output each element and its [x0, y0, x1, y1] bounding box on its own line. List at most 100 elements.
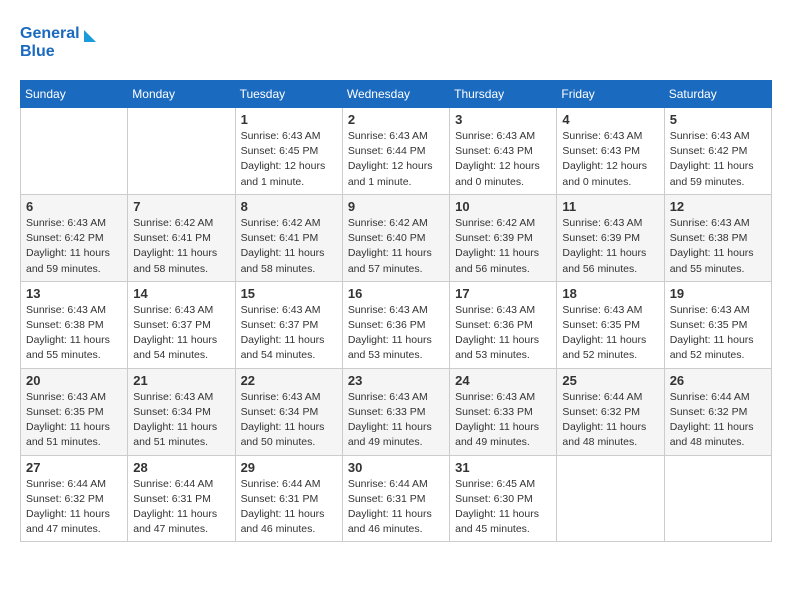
day-number: 24 [455, 373, 551, 388]
day-number: 23 [348, 373, 444, 388]
day-number: 4 [562, 112, 658, 127]
day-info: Sunrise: 6:42 AM Sunset: 6:39 PM Dayligh… [455, 216, 551, 277]
day-number: 6 [26, 199, 122, 214]
calendar-cell: 19 Sunrise: 6:43 AM Sunset: 6:35 PM Dayli… [664, 281, 771, 368]
calendar-cell: 15Sunrise: 6:43 AM Sunset: 6:37 PM Dayli… [235, 281, 342, 368]
calendar-cell: 18 Sunrise: 6:43 AM Sunset: 6:35 PM Dayli… [557, 281, 664, 368]
calendar-week-row: 13 Sunrise: 6:43 AM Sunset: 6:38 PM Dayli… [21, 281, 772, 368]
weekday-header-wednesday: Wednesday [342, 81, 449, 108]
day-number: 8 [241, 199, 337, 214]
calendar-cell: 4 Sunrise: 6:43 AM Sunset: 6:43 PM Daylig… [557, 108, 664, 195]
day-info: Sunrise: 6:44 AM Sunset: 6:32 PM Dayligh… [670, 390, 766, 451]
calendar-cell [128, 108, 235, 195]
calendar-week-row: 6 Sunrise: 6:43 AM Sunset: 6:42 PM Daylig… [21, 194, 772, 281]
calendar-table: SundayMondayTuesdayWednesdayThursdayFrid… [20, 80, 772, 542]
calendar-cell: 27 Sunrise: 6:44 AM Sunset: 6:32 PM Dayli… [21, 455, 128, 542]
day-number: 12 [670, 199, 766, 214]
day-number: 19 [670, 286, 766, 301]
day-info: Sunrise: 6:43 AM Sunset: 6:37 PM Dayligh… [133, 303, 229, 364]
calendar-cell [664, 455, 771, 542]
day-number: 13 [26, 286, 122, 301]
day-info: Sunrise: 6:43 AM Sunset: 6:36 PM Dayligh… [455, 303, 551, 364]
day-info: Sunrise: 6:44 AM Sunset: 6:31 PM Dayligh… [241, 477, 337, 538]
calendar-cell [557, 455, 664, 542]
calendar-cell: 13 Sunrise: 6:43 AM Sunset: 6:38 PM Dayli… [21, 281, 128, 368]
day-info: Sunrise: 6:43 AM Sunset: 6:34 PM Dayligh… [133, 390, 229, 451]
day-number: 21 [133, 373, 229, 388]
logo-icon: GeneralBlue [20, 20, 100, 64]
calendar-cell: 29 Sunrise: 6:44 AM Sunset: 6:31 PM Dayli… [235, 455, 342, 542]
day-number: 7 [133, 199, 229, 214]
day-info: Sunrise: 6:45 AM Sunset: 6:30 PM Dayligh… [455, 477, 551, 538]
day-number: 9 [348, 199, 444, 214]
day-info: Sunrise: 6:43 AM Sunset: 6:37 PM Dayligh… [241, 303, 337, 364]
day-info: Sunrise: 6:43 AM Sunset: 6:39 PM Dayligh… [562, 216, 658, 277]
page-header: GeneralBlue [20, 20, 772, 64]
day-info: Sunrise: 6:43 AM Sunset: 6:42 PM Dayligh… [26, 216, 122, 277]
day-number: 27 [26, 460, 122, 475]
day-number: 5 [670, 112, 766, 127]
calendar-cell: 25 Sunrise: 6:44 AM Sunset: 6:32 PM Dayli… [557, 368, 664, 455]
day-info: Sunrise: 6:43 AM Sunset: 6:43 PM Dayligh… [455, 129, 551, 190]
calendar-cell: 11 Sunrise: 6:43 AM Sunset: 6:39 PM Dayli… [557, 194, 664, 281]
day-info: Sunrise: 6:43 AM Sunset: 6:43 PM Dayligh… [562, 129, 658, 190]
day-number: 1 [241, 112, 337, 127]
calendar-cell: 24 Sunrise: 6:43 AM Sunset: 6:33 PM Dayli… [450, 368, 557, 455]
day-info: Sunrise: 6:43 AM Sunset: 6:44 PM Dayligh… [348, 129, 444, 190]
day-number: 26 [670, 373, 766, 388]
calendar-cell: 6 Sunrise: 6:43 AM Sunset: 6:42 PM Daylig… [21, 194, 128, 281]
day-info: Sunrise: 6:43 AM Sunset: 6:38 PM Dayligh… [26, 303, 122, 364]
day-info: Sunrise: 6:43 AM Sunset: 6:35 PM Dayligh… [670, 303, 766, 364]
day-info: Sunrise: 6:44 AM Sunset: 6:32 PM Dayligh… [562, 390, 658, 451]
weekday-header-thursday: Thursday [450, 81, 557, 108]
weekday-header-monday: Monday [128, 81, 235, 108]
calendar-cell: 20 Sunrise: 6:43 AM Sunset: 6:35 PM Dayli… [21, 368, 128, 455]
weekday-header-sunday: Sunday [21, 81, 128, 108]
day-info: Sunrise: 6:43 AM Sunset: 6:36 PM Dayligh… [348, 303, 444, 364]
calendar-cell: 26 Sunrise: 6:44 AM Sunset: 6:32 PM Dayli… [664, 368, 771, 455]
weekday-header-tuesday: Tuesday [235, 81, 342, 108]
day-info: Sunrise: 6:43 AM Sunset: 6:33 PM Dayligh… [455, 390, 551, 451]
day-info: Sunrise: 6:43 AM Sunset: 6:42 PM Dayligh… [670, 129, 766, 190]
day-info: Sunrise: 6:43 AM Sunset: 6:35 PM Dayligh… [26, 390, 122, 451]
calendar-cell: 14Sunrise: 6:43 AM Sunset: 6:37 PM Dayli… [128, 281, 235, 368]
calendar-cell: 31 Sunrise: 6:45 AM Sunset: 6:30 PM Dayli… [450, 455, 557, 542]
day-number: 28 [133, 460, 229, 475]
day-number: 3 [455, 112, 551, 127]
calendar-week-row: 20 Sunrise: 6:43 AM Sunset: 6:35 PM Dayli… [21, 368, 772, 455]
day-number: 22 [241, 373, 337, 388]
svg-text:General: General [20, 25, 80, 42]
day-number: 17 [455, 286, 551, 301]
day-info: Sunrise: 6:42 AM Sunset: 6:41 PM Dayligh… [133, 216, 229, 277]
calendar-cell: 22Sunrise: 6:43 AM Sunset: 6:34 PM Dayli… [235, 368, 342, 455]
day-number: 16 [348, 286, 444, 301]
calendar-week-row: 1 Sunrise: 6:43 AM Sunset: 6:45 PM Daylig… [21, 108, 772, 195]
calendar-cell: 3 Sunrise: 6:43 AM Sunset: 6:43 PM Daylig… [450, 108, 557, 195]
calendar-cell: 12 Sunrise: 6:43 AM Sunset: 6:38 PM Dayli… [664, 194, 771, 281]
day-info: Sunrise: 6:44 AM Sunset: 6:32 PM Dayligh… [26, 477, 122, 538]
day-info: Sunrise: 6:44 AM Sunset: 6:31 PM Dayligh… [348, 477, 444, 538]
day-number: 25 [562, 373, 658, 388]
day-number: 20 [26, 373, 122, 388]
day-info: Sunrise: 6:43 AM Sunset: 6:35 PM Dayligh… [562, 303, 658, 364]
calendar-cell: 7 Sunrise: 6:42 AM Sunset: 6:41 PM Daylig… [128, 194, 235, 281]
calendar-header-row: SundayMondayTuesdayWednesdayThursdayFrid… [21, 81, 772, 108]
weekday-header-friday: Friday [557, 81, 664, 108]
day-number: 2 [348, 112, 444, 127]
calendar-cell: 28 Sunrise: 6:44 AM Sunset: 6:31 PM Dayli… [128, 455, 235, 542]
calendar-cell: 2 Sunrise: 6:43 AM Sunset: 6:44 PM Daylig… [342, 108, 449, 195]
weekday-header-saturday: Saturday [664, 81, 771, 108]
day-number: 31 [455, 460, 551, 475]
day-number: 18 [562, 286, 658, 301]
day-info: Sunrise: 6:43 AM Sunset: 6:38 PM Dayligh… [670, 216, 766, 277]
day-number: 11 [562, 199, 658, 214]
day-number: 10 [455, 199, 551, 214]
calendar-cell: 1 Sunrise: 6:43 AM Sunset: 6:45 PM Daylig… [235, 108, 342, 195]
calendar-cell: 17 Sunrise: 6:43 AM Sunset: 6:36 PM Dayli… [450, 281, 557, 368]
day-number: 29 [241, 460, 337, 475]
calendar-cell: 5 Sunrise: 6:43 AM Sunset: 6:42 PM Daylig… [664, 108, 771, 195]
day-info: Sunrise: 6:44 AM Sunset: 6:31 PM Dayligh… [133, 477, 229, 538]
day-info: Sunrise: 6:43 AM Sunset: 6:45 PM Dayligh… [241, 129, 337, 190]
day-info: Sunrise: 6:42 AM Sunset: 6:40 PM Dayligh… [348, 216, 444, 277]
calendar-week-row: 27 Sunrise: 6:44 AM Sunset: 6:32 PM Dayli… [21, 455, 772, 542]
